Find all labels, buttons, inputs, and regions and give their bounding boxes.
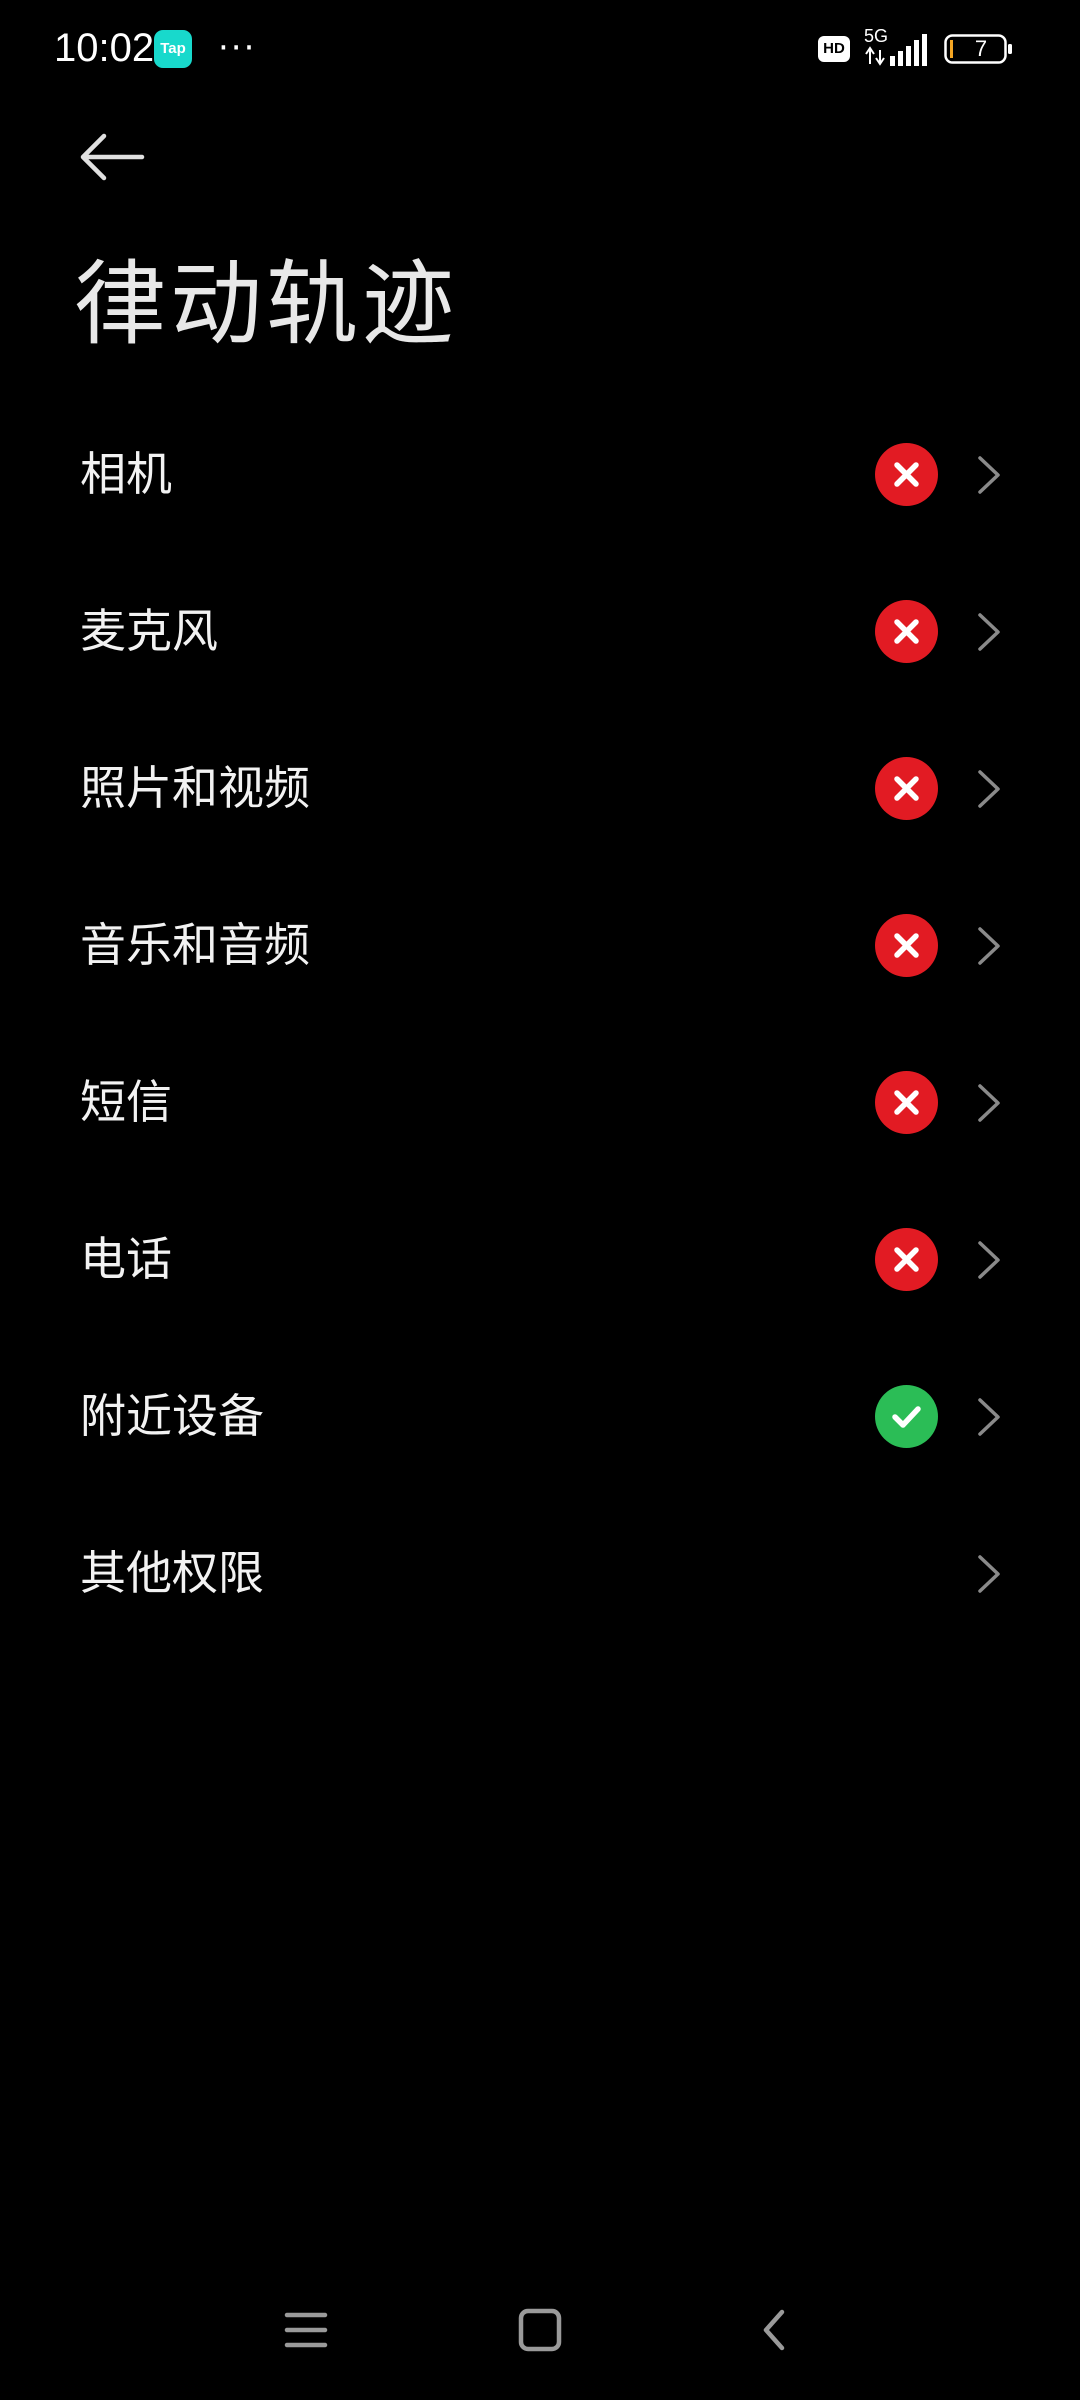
permission-label: 电话	[80, 1232, 172, 1286]
chevron-right-icon	[978, 1084, 1000, 1122]
permission-label: 附近设备	[80, 1389, 264, 1443]
back-arrow-icon	[80, 133, 145, 181]
permission-item-music-audio[interactable]: 音乐和音频	[0, 867, 1080, 1024]
permission-item-other[interactable]: 其他权限	[0, 1495, 1080, 1652]
page-title: 律动轨迹	[74, 251, 459, 358]
status-time: 10:02	[54, 26, 155, 70]
denied-x-icon	[875, 757, 938, 820]
permission-label: 音乐和音频	[80, 918, 310, 972]
chevron-right-icon	[978, 613, 1000, 651]
permission-item-nearby-devices[interactable]: 附近设备	[0, 1338, 1080, 1495]
permission-item-phone[interactable]: 电话	[0, 1181, 1080, 1338]
permission-label: 其他权限	[80, 1546, 264, 1600]
chevron-right-icon	[978, 1398, 1000, 1436]
status-bar: 10:02 Tap ··· HD 5G 7	[0, 0, 1080, 96]
chevron-right-icon	[978, 1241, 1000, 1279]
signal-icon	[865, 34, 927, 66]
permission-label: 短信	[80, 1075, 172, 1129]
navigation-bar	[0, 2290, 1080, 2370]
hd-icon: HD	[818, 36, 850, 62]
back-icon	[763, 2309, 785, 2351]
denied-x-icon	[875, 1228, 938, 1291]
chevron-right-icon	[978, 927, 1000, 965]
chevron-right-icon	[978, 456, 1000, 494]
permission-item-camera[interactable]: 相机	[0, 396, 1080, 553]
more-notifications-icon: ···	[218, 28, 257, 68]
battery-level: 7	[974, 36, 988, 61]
denied-x-icon	[875, 1071, 938, 1134]
chevron-right-icon	[978, 1555, 1000, 1593]
menu-icon	[284, 2312, 328, 2348]
permission-label: 照片和视频	[80, 761, 310, 815]
home-icon	[518, 2308, 562, 2352]
back-button[interactable]	[72, 118, 152, 198]
allowed-check-icon	[875, 1385, 938, 1448]
permission-item-microphone[interactable]: 麦克风	[0, 553, 1080, 710]
tap-app-icon: Tap	[154, 30, 192, 68]
permission-list: 相机 麦克风 照片和视频 音乐和音频 短信 电话 附近设备 其他权限	[0, 396, 1080, 1652]
denied-x-icon	[875, 443, 938, 506]
menu-button[interactable]	[266, 2290, 346, 2370]
home-button[interactable]	[500, 2290, 580, 2370]
denied-x-icon	[875, 600, 938, 663]
permission-item-photos-videos[interactable]: 照片和视频	[0, 710, 1080, 867]
nav-back-button[interactable]	[734, 2290, 814, 2370]
permission-label: 相机	[80, 447, 172, 501]
permission-item-sms[interactable]: 短信	[0, 1024, 1080, 1181]
permission-label: 麦克风	[80, 604, 218, 658]
denied-x-icon	[875, 914, 938, 977]
chevron-right-icon	[978, 770, 1000, 808]
